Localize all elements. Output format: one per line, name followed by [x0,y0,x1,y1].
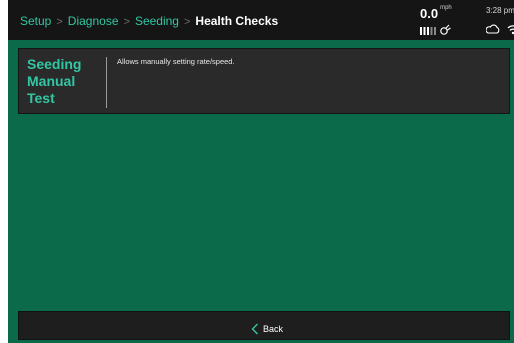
cloud-icon [486,24,500,34]
card-title: Seeding Manual Test [27,56,82,106]
chevron-left-icon [251,323,258,335]
back-button[interactable]: Back [18,311,510,340]
satellite-icon [440,24,451,35]
breadcrumb-item-seeding[interactable]: Seeding [135,14,179,28]
seeding-manual-test-card[interactable]: Seeding Manual Test Allows manually sett… [18,48,510,114]
breadcrumb: Setup > Diagnose > Seeding > Health Checks [20,13,278,30]
breadcrumb-item-setup[interactable]: Setup [20,14,51,28]
page-title: Health Checks [195,14,279,28]
breadcrumb-separator: > [183,16,191,28]
clock: 3:28 pm [486,6,514,15]
card-divider [106,57,107,108]
wifi-icon [507,25,514,35]
back-label: Back [263,323,284,334]
card-description: Allows manually setting rate/speed. [117,57,235,66]
speed-unit: mph [440,5,452,11]
connectivity-icons [486,24,514,35]
top-bar: Setup > Diagnose > Seeding > Health Checks 0.0… [8,0,514,40]
speed-value: 0.0 [420,6,439,21]
breadcrumb-separator: > [123,16,130,28]
signal-bars-icon [420,24,451,35]
breadcrumb-separator: > [56,16,63,28]
left-margin [0,0,8,343]
breadcrumb-item-diagnose[interactable]: Diagnose [68,14,119,28]
main-content: Seeding Manual Test Allows manually sett… [8,40,514,309]
speed-readout: 0.0 mph [420,5,452,23]
footer-bar: Back [8,309,514,343]
back-button-content: Back [251,320,284,335]
screen: Setup > Diagnose > Seeding > Health Checks 0.0… [0,0,514,343]
